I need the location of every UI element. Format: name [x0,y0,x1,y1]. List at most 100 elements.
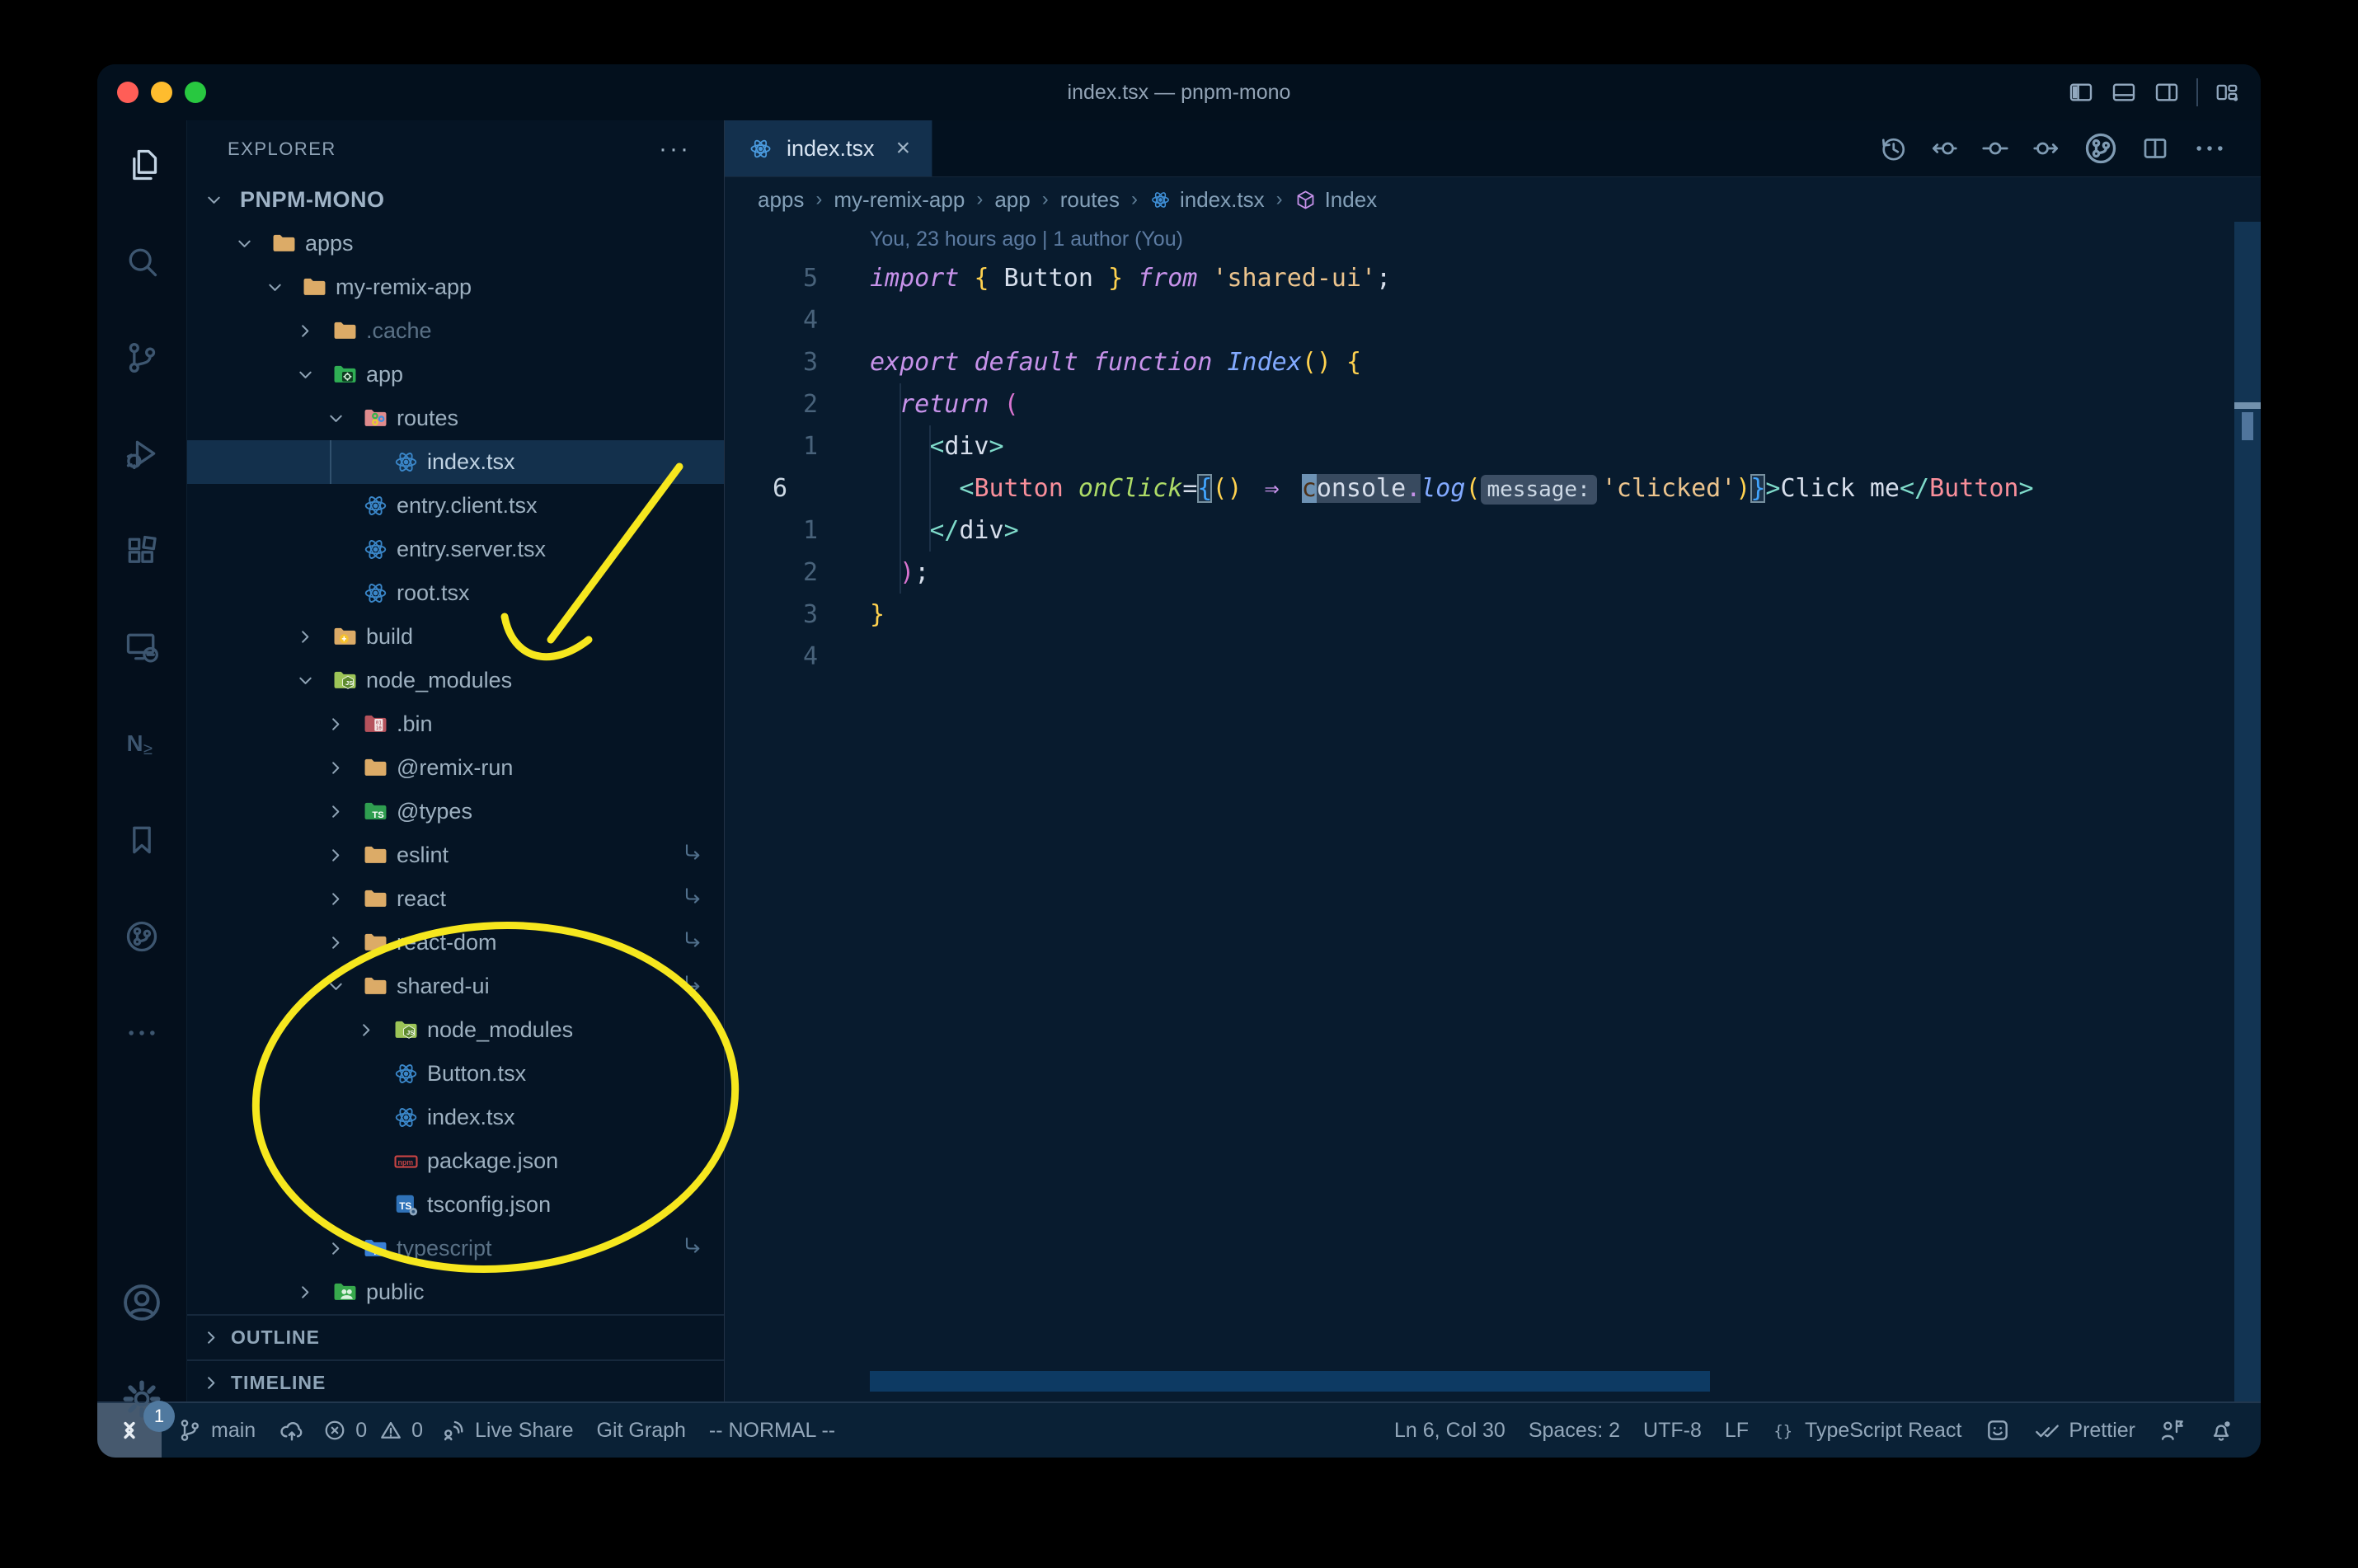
status-language-mode[interactable]: {} TypeScript React [1760,1403,1973,1458]
tree-item-node_modules[interactable]: JS node_modules [187,659,724,702]
status-feedback[interactable] [1973,1403,2022,1458]
tree-item-react[interactable]: react [187,877,724,921]
nx-console-icon: N ≥ [124,725,160,762]
tree-item-index.tsx[interactable]: index.tsx [187,440,724,484]
activity-bookmarks[interactable] [97,799,186,881]
tree-item-root.tsx[interactable]: root.tsx [187,571,724,615]
tree-item-@remix-run[interactable]: @remix-run [187,746,724,790]
open-next-change-icon[interactable] [2032,134,2061,163]
svg-text:≥: ≥ [143,740,153,758]
activity-search[interactable] [97,220,186,303]
editor-group: index.tsx × apps › my-remix-app › app › routes… [725,120,2261,1401]
tree-item-entry.server.tsx[interactable]: entry.server.tsx [187,528,724,571]
layout-sidebar-right-icon[interactable] [2154,79,2180,106]
sidebar-more-actions[interactable]: ··· [659,135,691,163]
tree-item-node_modules[interactable]: JS node_modules [187,1008,724,1052]
activity-nx-console[interactable]: N ≥ [97,702,186,785]
breadcrumb-app[interactable]: app [994,187,1030,213]
timeline-history-icon[interactable] [1878,134,1908,163]
activity-accounts[interactable] [97,1261,186,1344]
chevron-down-icon [325,407,347,430]
open-revision-icon[interactable] [1980,134,2010,163]
tree-item-index.tsx[interactable]: index.tsx [187,1096,724,1139]
breadcrumb-routes[interactable]: routes [1060,187,1120,213]
tree-item-shared-ui[interactable]: shared-ui [187,965,724,1008]
tree-item-app[interactable]: app [187,353,724,397]
activity-explorer[interactable] [97,124,186,206]
activity-extensions[interactable] [97,509,186,592]
tab-label: index.tsx [787,135,875,161]
tree-item-package.json[interactable]: npm package.json [187,1139,724,1183]
activity-source-control[interactable] [97,317,186,399]
tree-item-public[interactable]: public [187,1270,724,1314]
breadcrumb-Index[interactable]: Index [1294,187,1377,213]
tree-item-@types[interactable]: TS @types [187,790,724,833]
layout-customize-icon[interactable] [2215,80,2239,105]
cloud-upload-icon [279,1417,305,1444]
tree-item-build[interactable]: build [187,615,724,659]
desktop-background: index.tsx — pnpm-mono N ≥1 EXPLORER ··· P… [0,0,2358,1568]
tree-item-.bin[interactable]: 01 10 .bin [187,702,724,746]
status-screen-sharing[interactable] [2147,1403,2196,1458]
titlebar[interactable]: index.tsx — pnpm-mono [97,64,2261,120]
tree-item-react-dom[interactable]: react-dom [187,921,724,965]
status-warnings[interactable]: 0 [373,1403,429,1458]
tree-item-tsconfig.json[interactable]: TS tsconfig.json [187,1183,724,1227]
code-line: 4 [725,636,2261,678]
status-cursor-position[interactable]: Ln 6, Col 30 [1383,1403,1517,1458]
activity-git-graph[interactable] [97,895,186,978]
close-tab-icon[interactable]: × [896,134,911,162]
breadcrumb-apps[interactable]: apps [758,187,804,213]
git-graph-view-icon[interactable] [2083,130,2119,167]
tab-index-tsx[interactable]: index.tsx × [725,120,933,176]
folder-public-icon [331,1279,359,1306]
status-publish-changes[interactable] [267,1403,317,1458]
chevron-right-icon [200,1326,223,1349]
tree-item-routes[interactable]: routes [187,397,724,440]
status-vim-mode[interactable]: -- NORMAL -- [698,1403,847,1458]
status-git-graph[interactable]: Git Graph [585,1403,698,1458]
status-encoding[interactable]: UTF-8 [1632,1403,1713,1458]
activity-remote-explorer[interactable] [97,606,186,688]
section-outline[interactable]: OUTLINE [187,1314,724,1359]
split-editor-icon[interactable] [2140,134,2170,163]
tree-item-Button.tsx[interactable]: Button.tsx [187,1052,724,1096]
line-number: 2 [802,390,818,419]
braces-icon: {} [1772,1418,1797,1443]
folder-bin-icon: 01 10 [362,711,389,738]
status-notifications[interactable] [2196,1403,2246,1458]
tree-item-entry.client.tsx[interactable]: entry.client.tsx [187,484,724,528]
breadcrumb-my-remix-app[interactable]: my-remix-app [834,187,965,213]
open-previous-change-icon[interactable] [1929,134,1959,163]
symlink-arrow-icon [681,1234,704,1263]
breadcrumb-index.tsx[interactable]: index.tsx [1149,187,1265,213]
react-icon [392,1104,420,1131]
tree-item-my-remix-app[interactable]: my-remix-app [187,265,724,309]
tree-item-apps[interactable]: apps [187,222,724,265]
status-errors[interactable]: 0 [317,1403,373,1458]
layout-sidebar-left-icon[interactable] [2068,79,2094,106]
svg-text:JS: JS [406,1029,414,1036]
layout-panel-icon[interactable] [2111,79,2137,106]
breadcrumb-separator: › [815,188,823,210]
tree-item-typescript[interactable]: TS typescript [187,1227,724,1270]
status-formatter[interactable]: Prettier [2022,1403,2147,1458]
activity-run-and-debug[interactable] [97,413,186,495]
status-indentation[interactable]: Spaces: 2 [1517,1403,1632,1458]
code-line: 2 return ( [725,383,2261,425]
vertical-scrollbar[interactable] [2234,222,2261,1401]
more-actions-icon[interactable] [2191,130,2228,167]
code-line: 3 export default function Index() { [725,341,2261,383]
horizontal-scrollbar[interactable] [870,1371,1710,1392]
tree-item-eslint[interactable]: eslint [187,833,724,877]
tree-item-.cache[interactable]: .cache [187,309,724,353]
tree-item-PNPM-MONO[interactable]: PNPM-MONO [187,178,724,222]
section-timeline[interactable]: TIMELINE [187,1359,724,1405]
status-live-share[interactable]: Live Share [429,1403,585,1458]
react-icon [1149,189,1172,211]
code-editor[interactable]: You, 23 hours ago | 1 author (You) 5 imp… [725,222,2261,1401]
activity-additional-views[interactable] [97,992,186,1074]
folder-app-icon [331,361,359,388]
status-end-of-line[interactable]: LF [1713,1403,1760,1458]
activity-manage[interactable]: 1 [97,1358,186,1440]
